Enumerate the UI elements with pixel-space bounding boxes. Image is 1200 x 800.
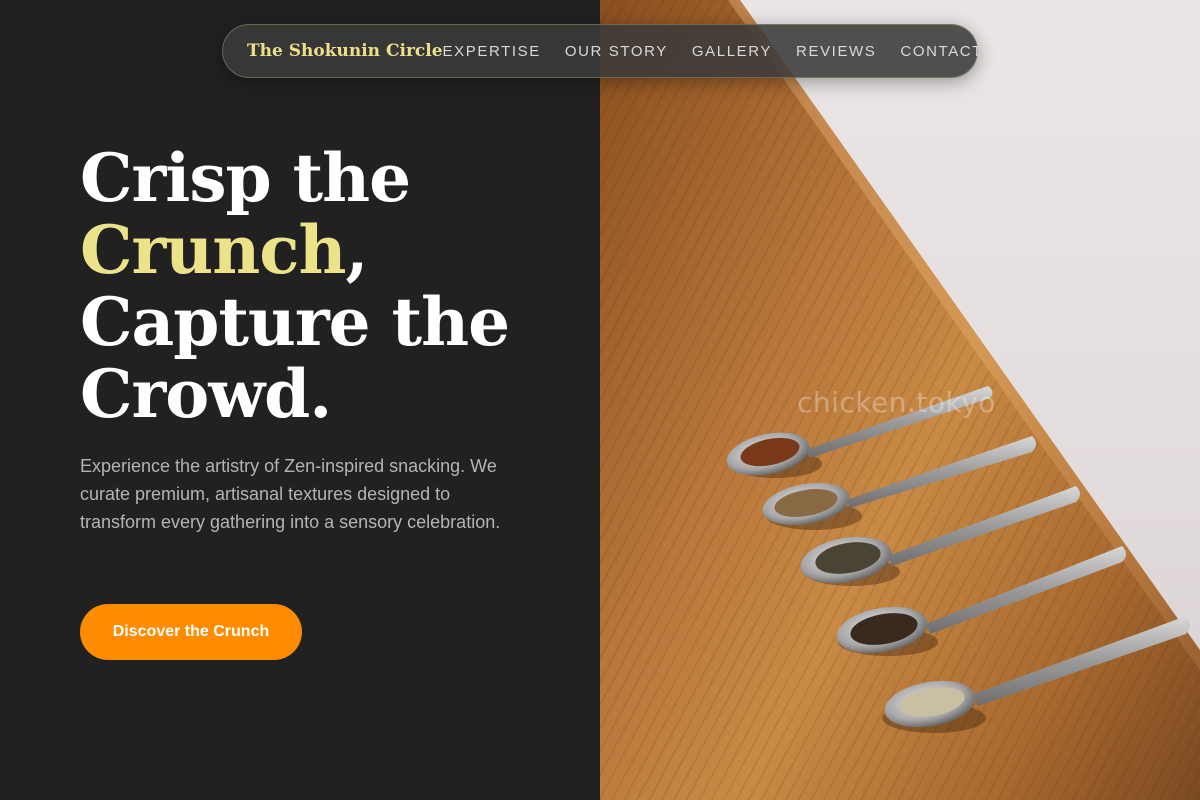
nav-links: EXPERTISE OUR STORY GALLERY REVIEWS CONT… [443,43,1007,60]
headline-line-1: Crisp the [80,139,411,217]
nav-link-contact[interactable]: CONTACT [900,43,983,60]
hero-headline: Crisp the Crunch, Capture the Crowd. [80,142,580,430]
headline-accent: Crunch [80,211,346,289]
nav-link-reviews[interactable]: REVIEWS [796,43,876,60]
hero-description: Experience the artistry of Zen-inspired … [80,456,501,532]
discover-button[interactable]: Discover the Crunch [80,604,302,660]
headline-line-4: Crowd. [80,355,332,433]
top-navigation: The Shokunin Circle EXPERTISE OUR STORY … [222,24,981,78]
headline-comma: , [345,211,368,289]
headline-line-3: Capture the [80,283,510,361]
hero-photo: chicken.tokyo [600,0,1200,800]
nav-link-gallery[interactable]: GALLERY [692,43,772,60]
photo-watermark: chicken.tokyo [797,386,996,419]
nav-link-our-story[interactable]: OUR STORY [565,43,668,60]
nav-link-expertise[interactable]: EXPERTISE [443,43,541,60]
brand-logo[interactable]: The Shokunin Circle [247,41,443,61]
